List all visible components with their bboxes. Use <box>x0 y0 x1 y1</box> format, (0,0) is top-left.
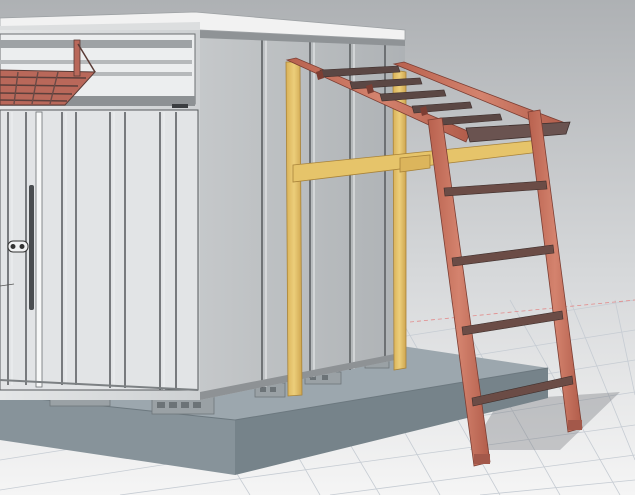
shed-render-scene <box>0 0 635 495</box>
ladder-foot-right <box>568 420 582 430</box>
front-badge <box>172 104 188 108</box>
door-handle <box>29 185 34 310</box>
ladder-foot-left <box>474 454 490 464</box>
rear-post <box>392 69 407 371</box>
door-divider <box>35 111 43 388</box>
front-post <box>285 61 303 397</box>
door-lock-icon <box>7 240 29 253</box>
